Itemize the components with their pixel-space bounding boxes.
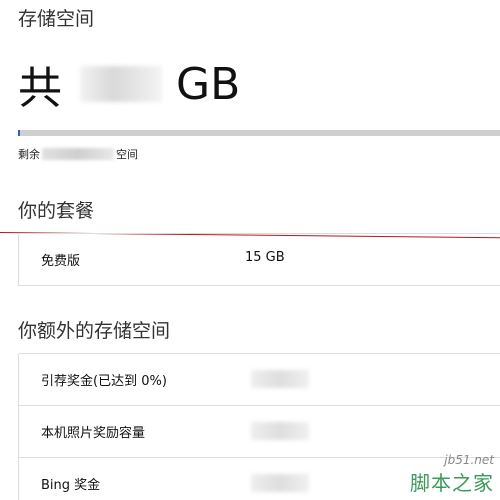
plan-list: 免费版 15 GB xyxy=(18,233,500,286)
bing-bonus-value-redacted xyxy=(251,474,309,492)
plan-size: 15 GB xyxy=(245,250,285,265)
total-storage: 共 GB xyxy=(18,52,240,116)
remaining-prefix: 剩余 xyxy=(18,148,40,161)
extra-row-bing: Bing 奖金 xyxy=(19,457,500,500)
remaining-suffix: 空间 xyxy=(116,148,138,161)
extra-row-referral: 引荐奖金(已达到 0%) xyxy=(19,353,500,406)
storage-section-title: 存储空间 xyxy=(18,8,95,30)
storage-usage-fill xyxy=(18,130,20,136)
plan-row: 免费版 15 GB xyxy=(19,233,500,286)
bing-bonus-label: Bing 奖金 xyxy=(41,478,101,493)
extra-section-title: 你额外的存储空间 xyxy=(18,320,171,342)
camera-roll-bonus-label: 本机照片奖励容量 xyxy=(41,426,146,441)
referral-bonus-value-redacted xyxy=(251,370,309,388)
remaining-amount-redacted xyxy=(42,148,114,160)
storage-usage-bar xyxy=(18,130,500,136)
referral-bonus-label: 引荐奖金(已达到 0%) xyxy=(41,374,167,389)
total-prefix: 共 xyxy=(18,63,62,114)
extra-storage-list: 引荐奖金(已达到 0%) 本机照片奖励容量 Bing 奖金 xyxy=(18,353,500,500)
plan-section-title: 你的套餐 xyxy=(18,200,95,222)
total-amount-redacted xyxy=(80,66,162,102)
remaining-storage-text: 剩余 空间 xyxy=(18,146,138,162)
extra-row-camera-roll: 本机照片奖励容量 xyxy=(19,405,500,458)
plan-name: 免费版 xyxy=(41,254,81,269)
total-unit: GB xyxy=(176,58,241,110)
camera-roll-bonus-value-redacted xyxy=(251,422,309,440)
storage-page: 存储空间 共 GB 剩余 空间 你的套餐 免费版 15 GB 你额外的存储空间 … xyxy=(0,0,500,500)
